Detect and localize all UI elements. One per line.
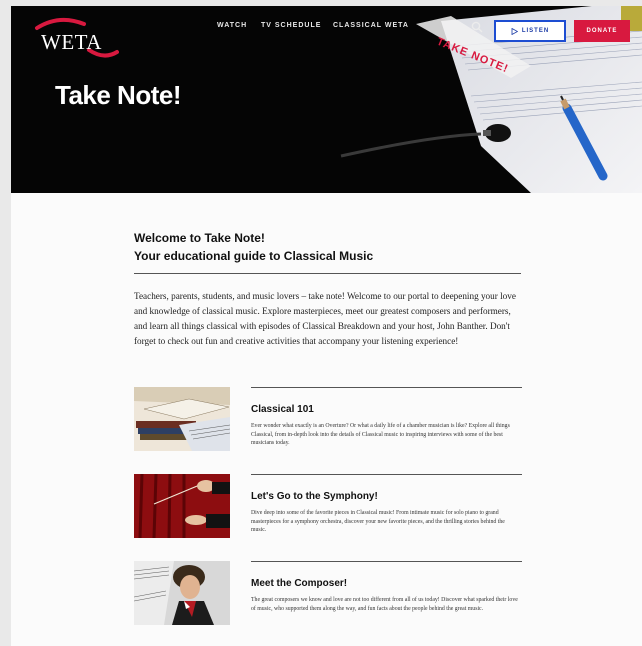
list-item-composer[interactable]: Meet the Composer! The great composers w… [134,561,524,637]
divider [251,474,522,475]
list-item-symphony[interactable]: Let's Go to the Symphony! Dive deep into… [134,474,524,550]
divider [251,561,522,562]
item-title[interactable]: Let's Go to the Symphony! [251,491,378,502]
stamp-text: TAKE NOTE! [435,36,510,76]
page: WETA WATCH TV SCHEDULE CLASSICAL WETA LI… [11,6,642,646]
intro-heading: Welcome to Take Note! Your educational g… [134,229,524,265]
list-item-classical-101[interactable]: Classical 101 Ever wonder what exactly i… [134,387,524,463]
conductor-thumbnail [134,474,230,538]
books-thumbnail [134,387,230,451]
intro-title-line2: Your educational guide to Classical Musi… [134,249,374,263]
page-title: Take Note! [55,80,182,110]
item-description: The great composers we know and love are… [251,597,518,612]
item-title[interactable]: Meet the Composer! [251,578,347,589]
intro-title-line1: Welcome to Take Note! [134,231,265,245]
divider [134,273,521,274]
item-description: Ever wonder what exactly is an Overture?… [251,423,510,447]
hero-banner: WETA WATCH TV SCHEDULE CLASSICAL WETA LI… [11,6,642,193]
divider [251,387,522,388]
item-description: Dive deep into some of the favorite piec… [251,510,505,534]
composer-thumbnail [134,561,230,625]
item-title[interactable]: Classical 101 [251,404,314,415]
intro-body: Teachers, parents, students, and music l… [134,291,516,346]
